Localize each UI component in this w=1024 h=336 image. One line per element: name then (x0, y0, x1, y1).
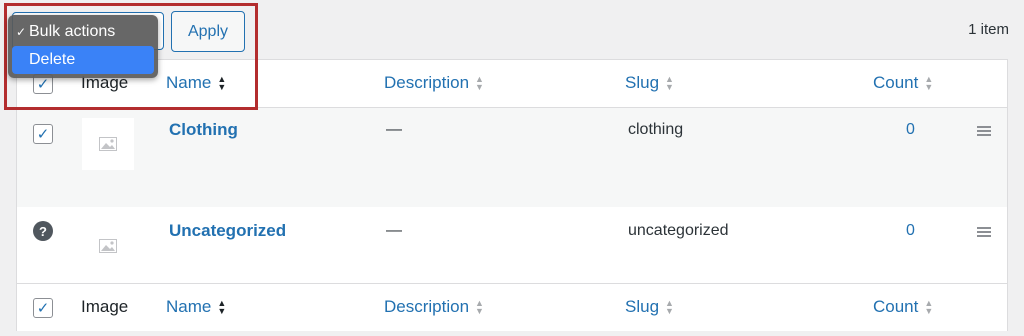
menu-item-label: Bulk actions (29, 23, 116, 40)
row-checkbox[interactable]: ✓ (33, 124, 53, 144)
sort-arrows-icon: ▲ ▼ (475, 74, 484, 92)
column-slug-sort[interactable]: Slug ▲ ▼ (625, 73, 674, 93)
column-count-sort[interactable]: Count ▲ ▼ (873, 297, 933, 317)
column-slug-sort[interactable]: Slug ▲ ▼ (625, 297, 674, 317)
column-description-label[interactable]: Description (384, 297, 469, 317)
column-count-sort[interactable]: Count ▲ ▼ (873, 73, 933, 93)
sort-arrows-icon: ▲ ▼ (924, 298, 934, 316)
check-icon: ✓ (16, 25, 27, 39)
help-icon[interactable]: ? (33, 221, 53, 241)
category-name-link[interactable]: Uncategorized (169, 221, 286, 241)
sort-arrows-icon: ▲ ▼ (924, 74, 934, 92)
category-slug: uncategorized (628, 222, 729, 239)
sort-arrows-icon: ▲ ▼ (665, 298, 674, 316)
sort-arrows-icon: ▲ ▼ (475, 298, 484, 316)
category-description: — (386, 121, 402, 138)
select-all-checkbox-footer[interactable]: ✓ (33, 298, 53, 318)
sort-arrows-icon: ▲ ▼ (217, 74, 227, 92)
placeholder-image-icon (82, 118, 134, 170)
table-row: ✓ Clothing — clothing 0 (17, 108, 1007, 207)
sort-arrows-icon: ▲ ▼ (217, 298, 227, 316)
sort-arrows-icon: ▲ ▼ (665, 74, 674, 92)
menu-item-label: Delete (29, 51, 76, 68)
table-footer: ✓ Image Name ▲ ▼ Description ▲ ▼ Slug ▲ ▼ C… (17, 283, 1007, 331)
column-count-label[interactable]: Count (873, 73, 918, 93)
category-slug: clothing (628, 121, 684, 138)
table-row: ? Uncategorized — uncategorized 0 (17, 207, 1007, 283)
column-image: Image (81, 297, 129, 316)
bulk-actions-dropdown-menu: ✓ Bulk actions Delete (8, 15, 158, 78)
drag-handle-icon[interactable] (977, 126, 991, 136)
menu-item-delete[interactable]: Delete (12, 46, 154, 74)
table-header: ✓ Image Name ▲ ▼ Description ▲ ▼ Slug ▲ ▼ C… (17, 60, 1007, 108)
column-description-sort[interactable]: Description ▲ ▼ (384, 73, 484, 93)
apply-button[interactable]: Apply (171, 11, 245, 52)
column-description-label[interactable]: Description (384, 73, 469, 93)
category-name-link[interactable]: Clothing (169, 120, 238, 140)
column-name-label[interactable]: Name (166, 297, 211, 317)
item-count: 1 item (968, 21, 1009, 38)
column-slug-label[interactable]: Slug (625, 297, 659, 317)
drag-handle-icon[interactable] (977, 227, 991, 237)
placeholder-image-icon (82, 220, 134, 272)
column-description-sort[interactable]: Description ▲ ▼ (384, 297, 484, 317)
column-name-sort[interactable]: Name ▲ ▼ (166, 73, 226, 93)
column-count-label[interactable]: Count (873, 297, 918, 317)
column-slug-label[interactable]: Slug (625, 73, 659, 93)
column-name-sort[interactable]: Name ▲ ▼ (166, 297, 226, 317)
category-count-link[interactable]: 0 (906, 222, 915, 240)
menu-item-bulk-actions[interactable]: ✓ Bulk actions (12, 18, 154, 46)
column-name-label[interactable]: Name (166, 73, 211, 93)
category-count-link[interactable]: 0 (906, 121, 915, 139)
categories-table: ✓ Image Name ▲ ▼ Description ▲ ▼ Slug ▲ ▼ C… (16, 59, 1008, 331)
category-description: — (386, 222, 402, 239)
